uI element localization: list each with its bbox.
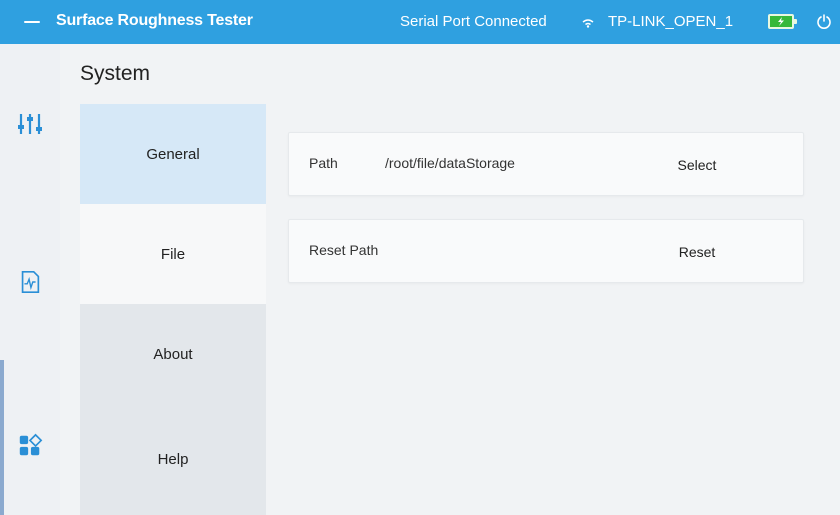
category-label: File <box>160 245 186 263</box>
reset-path-button[interactable]: Reset <box>661 230 733 274</box>
wifi-name: TP-LINK_OPEN_1 <box>608 13 734 30</box>
app-title: Surface Roughness Tester <box>56 12 253 29</box>
top-bar: Surface Roughness Tester Serial Port Con… <box>0 0 840 44</box>
power-icon[interactable] <box>816 13 832 29</box>
reset-path-row: Reset Path Reset <box>288 219 804 283</box>
path-label: Path <box>309 155 338 171</box>
rail-accent <box>0 360 4 515</box>
path-setting-row: Path /root/file/dataStorage Select <box>288 132 804 196</box>
category-general[interactable]: General <box>80 104 266 204</box>
reset-path-label: Reset Path <box>309 242 379 258</box>
category-label: About <box>153 345 193 363</box>
category-list: General File About Help <box>80 104 266 515</box>
select-path-button[interactable]: Select <box>661 143 733 187</box>
menu-icon[interactable] <box>24 16 40 28</box>
waveform-document-icon[interactable] <box>12 264 48 300</box>
sliders-icon[interactable] <box>12 106 48 142</box>
battery-charging-icon <box>768 14 797 29</box>
category-label: General <box>146 145 200 163</box>
side-rail <box>0 44 60 515</box>
path-value: /root/file/dataStorage <box>385 155 515 171</box>
page-title: System <box>80 62 151 85</box>
category-help[interactable]: Help <box>80 404 266 515</box>
serial-status: Serial Port Connected <box>400 13 547 30</box>
category-label: Help <box>157 451 189 468</box>
category-about[interactable]: About <box>80 304 266 404</box>
category-file[interactable]: File <box>80 204 266 304</box>
app-screen: Surface Roughness Tester Serial Port Con… <box>0 0 840 515</box>
wifi-icon <box>582 19 594 28</box>
app-grid-icon[interactable] <box>12 428 48 464</box>
